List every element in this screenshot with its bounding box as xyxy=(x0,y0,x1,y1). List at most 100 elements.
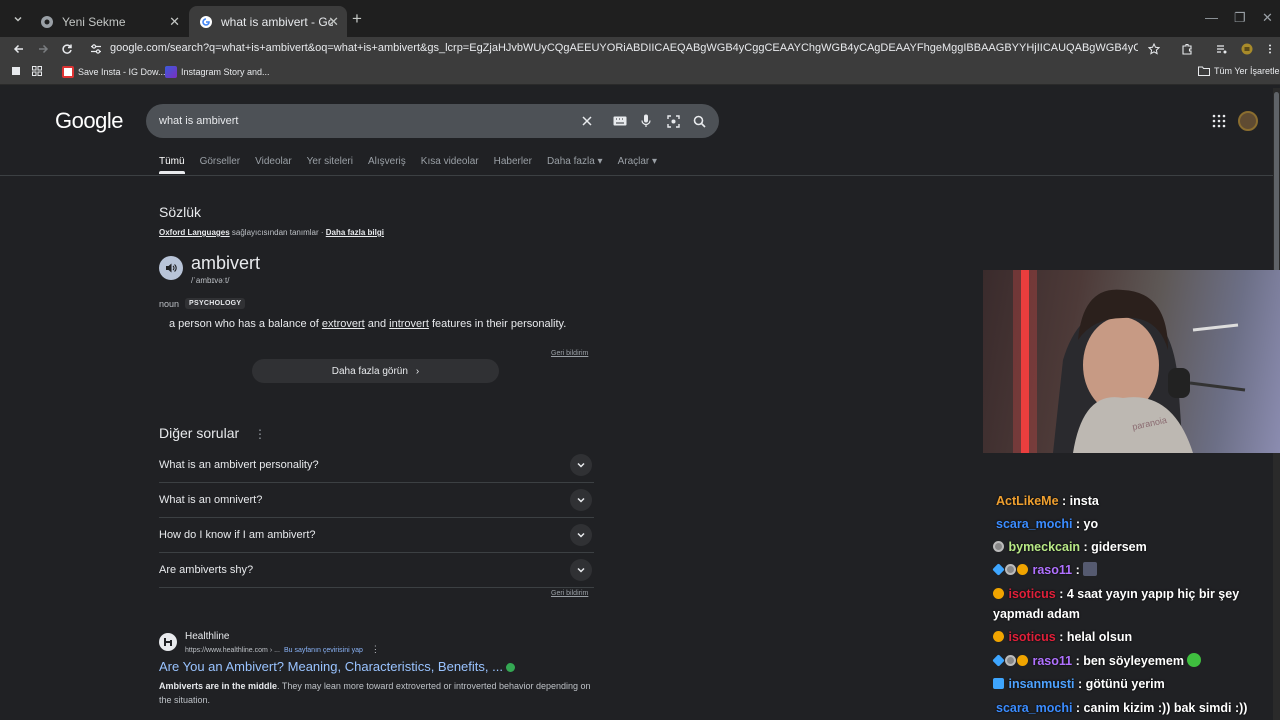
clear-button[interactable] xyxy=(579,113,595,129)
badge-icon xyxy=(993,541,1004,552)
search-button[interactable] xyxy=(691,113,707,129)
more-vert-icon[interactable]: ⋮ xyxy=(371,644,380,654)
back-button[interactable] xyxy=(10,40,28,58)
subject-tag: PSYCHOLOGY xyxy=(185,298,246,309)
forward-button[interactable] xyxy=(34,40,52,58)
restore-button[interactable]: ❐ xyxy=(1234,10,1246,26)
extensions-button[interactable] xyxy=(1179,41,1195,57)
bookmark-label: Save Insta - IG Dow... xyxy=(78,67,166,77)
tab-images[interactable]: Görseller xyxy=(200,156,241,167)
question-row[interactable]: How do I know if I am ambivert? xyxy=(159,518,594,553)
oxford-link[interactable]: Oxford Languages xyxy=(159,228,230,237)
chat-message: raso11 : ben söyleyemem xyxy=(992,651,1202,671)
tab-news[interactable]: Haberler xyxy=(494,156,532,167)
question-row[interactable]: What is an ambivert personality? xyxy=(159,448,594,483)
keyboard-icon xyxy=(613,116,627,126)
result-snippet: Ambiverts are in the middle. They may le… xyxy=(159,679,599,707)
all-bookmarks[interactable]: Tüm Yer İşaretleri xyxy=(1198,66,1280,76)
search-icon xyxy=(693,115,706,128)
chevron-down-icon[interactable] xyxy=(570,454,592,476)
account-avatar[interactable] xyxy=(1238,111,1258,131)
tab-short-videos[interactable]: Kısa videolar xyxy=(421,156,479,167)
all-bookmarks-label: Tüm Yer İşaretleri xyxy=(1214,66,1280,76)
chevron-down-icon[interactable] xyxy=(570,489,592,511)
star-icon xyxy=(1148,43,1160,55)
translate-link[interactable]: Bu sayfanın çevirisini yap xyxy=(284,647,363,654)
chevron-down-icon[interactable] xyxy=(570,559,592,581)
badge-icon xyxy=(1005,564,1016,575)
chat-text: : insta xyxy=(1058,494,1099,508)
dictionary-feedback-link[interactable]: Geri bildirim xyxy=(551,350,588,357)
bookmark-square[interactable] xyxy=(11,66,21,76)
tab-google-search[interactable]: what is ambivert - Google'da A ✕ xyxy=(189,6,347,37)
tab-search-button[interactable] xyxy=(8,9,28,29)
introvert-link[interactable]: introvert xyxy=(389,318,429,330)
chat-text: : xyxy=(1072,563,1084,577)
google-logo[interactable]: Google xyxy=(55,108,123,134)
chat-message: scara_mochi : yo xyxy=(996,514,1098,534)
close-icon[interactable]: ✕ xyxy=(169,14,180,30)
chat-message: insanmusti : götünü yerim xyxy=(993,674,1165,694)
result-title-link[interactable]: Are You an Ambivert? Meaning, Characteri… xyxy=(159,659,515,674)
search-tabs: Tümü Görseller Videolar Yer siteleri Alı… xyxy=(159,156,672,174)
chat-text: : götünü yerim xyxy=(1074,677,1165,691)
bookmark-save-insta[interactable]: Save Insta - IG Dow... xyxy=(62,66,166,78)
puzzle-icon xyxy=(1182,43,1192,55)
reload-button[interactable] xyxy=(58,40,76,58)
menu-button[interactable] xyxy=(1262,41,1278,57)
lens-button[interactable] xyxy=(665,113,681,129)
chevron-down-icon[interactable] xyxy=(570,524,592,546)
more-vert-icon[interactable]: ⋮ xyxy=(254,427,266,441)
pronounce-button[interactable] xyxy=(159,256,183,280)
bookmark-star-button[interactable] xyxy=(1146,41,1162,57)
new-tab-button[interactable]: + xyxy=(352,10,362,27)
badge-icon xyxy=(992,563,1005,576)
google-lens-icon xyxy=(666,114,680,128)
question-text: Are ambiverts shy? xyxy=(159,564,254,576)
part-of-speech: noun xyxy=(159,299,180,309)
tab-title: what is ambivert - Google'da A xyxy=(221,14,333,29)
apps-shortcut[interactable] xyxy=(32,66,42,76)
questions-feedback-link[interactable]: Geri bildirim xyxy=(551,590,588,597)
tab-tools[interactable]: Araçlar ▾ xyxy=(618,156,658,167)
close-icon[interactable]: ✕ xyxy=(328,14,339,30)
chat-username: bymeckcain xyxy=(1008,540,1081,554)
minimize-button[interactable]: — xyxy=(1205,10,1218,25)
google-apps-button[interactable] xyxy=(1212,114,1226,128)
chat-username: scara_mochi xyxy=(996,701,1073,715)
question-row[interactable]: Are ambiverts shy? xyxy=(159,553,594,588)
tab-videos[interactable]: Videolar xyxy=(255,156,292,167)
site-info-button[interactable] xyxy=(87,40,105,58)
chat-message: isoticus : helal olsun xyxy=(993,627,1132,647)
question-row[interactable]: What is an omnivert? xyxy=(159,483,594,518)
bookmark-instagram-story[interactable]: Instagram Story and... xyxy=(165,66,270,78)
see-more-button[interactable]: Daha fazla görün › xyxy=(252,359,499,383)
tab-shopping[interactable]: Alışveriş xyxy=(368,156,406,167)
bookmark-label: Instagram Story and... xyxy=(181,67,270,77)
chevron-right-icon: › xyxy=(415,365,420,377)
scrollbar-thumb[interactable] xyxy=(1274,92,1279,272)
voice-search-button[interactable] xyxy=(638,113,654,129)
profile-button[interactable] xyxy=(1239,41,1255,57)
tab-more[interactable]: Daha fazla ▾ xyxy=(547,156,603,167)
tab-all[interactable]: Tümü xyxy=(159,156,185,174)
chat-username: isoticus xyxy=(1008,630,1056,644)
keyboard-button[interactable] xyxy=(612,113,628,129)
instagram-story-icon xyxy=(165,66,177,78)
chat-message: raso11 : xyxy=(992,560,1098,580)
webcam-overlay: paranoia xyxy=(983,270,1280,453)
tab-new-tab[interactable]: Yeni Sekme ✕ xyxy=(30,6,188,37)
extrovert-link[interactable]: extrovert xyxy=(322,318,365,330)
tab-web[interactable]: Yer siteleri xyxy=(307,156,353,167)
more-info-link[interactable]: Daha fazla bilgi xyxy=(326,228,384,237)
address-bar[interactable]: google.com/search?q=what+is+ambivert&oq=… xyxy=(110,42,1138,54)
chat-message: scara_mochi : canim kizim :)) bak simdi … xyxy=(996,698,1247,718)
chrome-icon xyxy=(41,15,53,28)
chat-username: raso11 xyxy=(1032,654,1073,668)
media-button[interactable] xyxy=(1214,41,1230,57)
search-input[interactable]: what is ambivert xyxy=(159,115,238,127)
window-close-button[interactable]: ✕ xyxy=(1262,10,1273,26)
tab-more-label: Daha fazla xyxy=(546,156,595,167)
search-box: what is ambivert xyxy=(146,104,719,138)
badge-icon xyxy=(993,678,1004,689)
